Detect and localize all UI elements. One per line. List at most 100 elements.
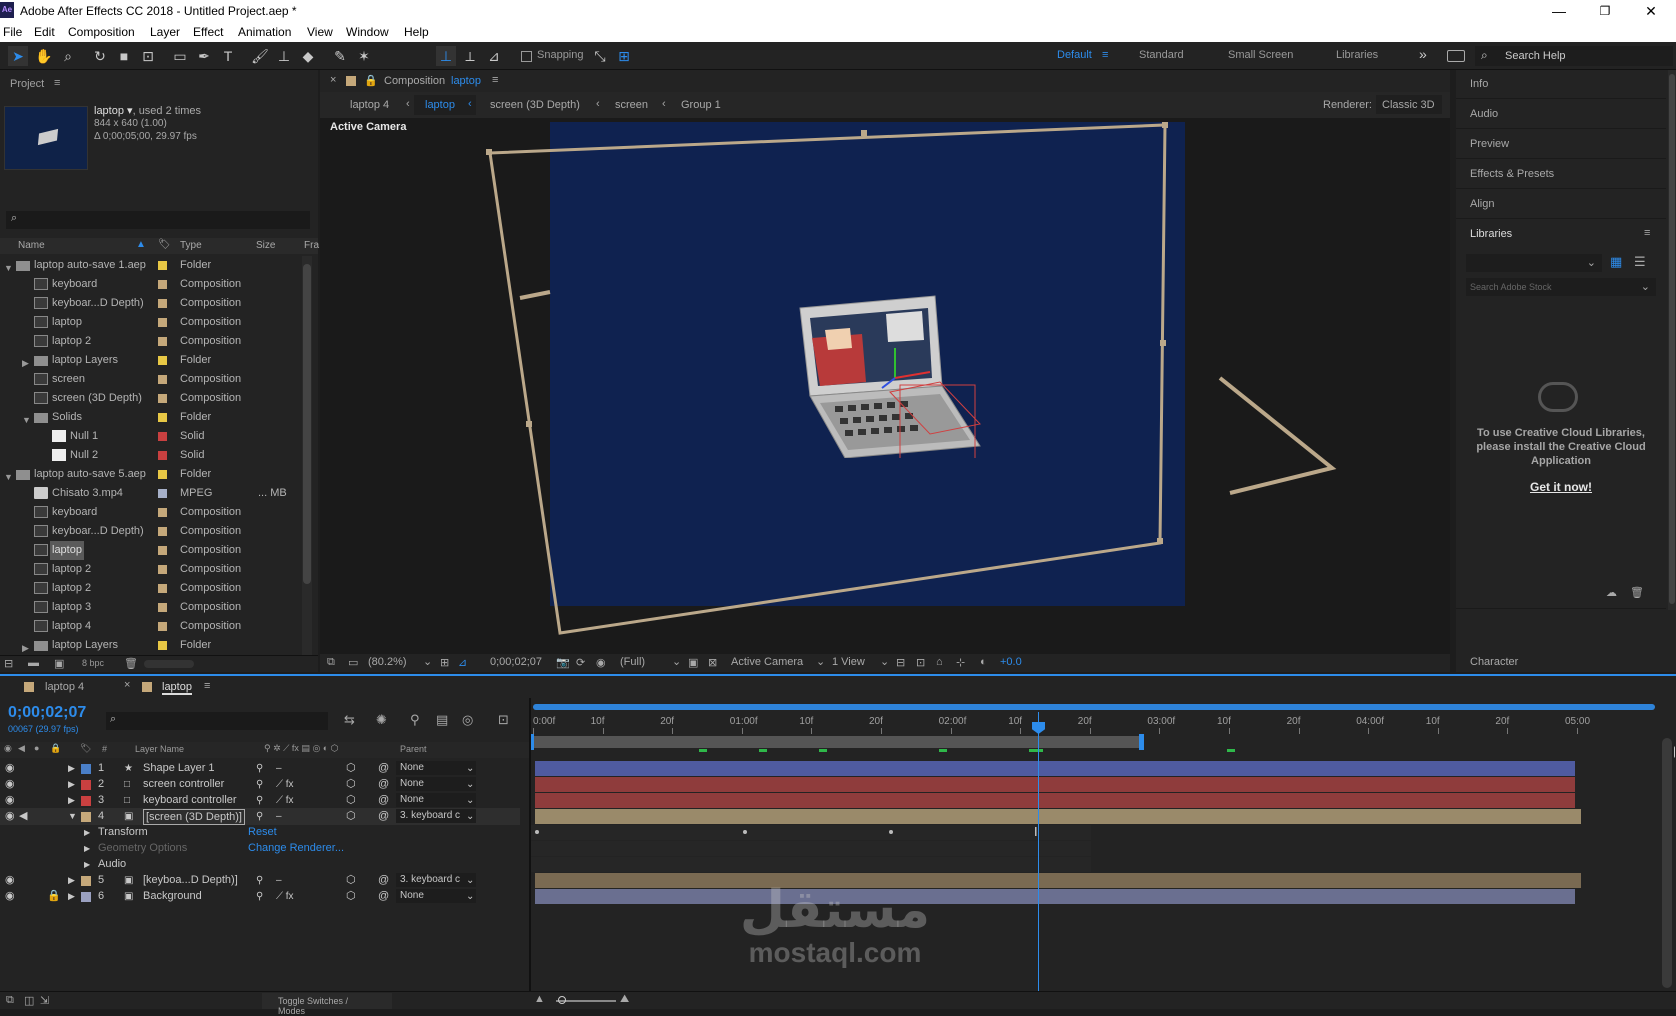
search-stock-input[interactable]: Search Adobe Stock ⌄ bbox=[1466, 278, 1656, 296]
work-area-start-handle[interactable] bbox=[531, 734, 534, 750]
menu-file[interactable]: File bbox=[3, 25, 22, 39]
more-workspaces-button[interactable]: » bbox=[1419, 46, 1427, 62]
panel-effects-presets[interactable]: Effects & Presets bbox=[1470, 168, 1554, 180]
column-layer-name[interactable]: Layer Name bbox=[135, 744, 184, 754]
toggle-pixel-aspect-icon[interactable]: ⊟ bbox=[896, 656, 905, 669]
navigator-range[interactable] bbox=[533, 704, 1655, 710]
layer-row[interactable]: ◉ ▶ 1 ★ Shape Layer 1 ⚲ – ⬡ @ None ⌄ bbox=[0, 760, 520, 777]
layer-row[interactable]: ◉ ◀ ▼ 4 ▣ [screen (3D Depth)] ⚲ – ⬡ @3. keyboard … bbox=[0, 808, 520, 825]
camera-tool-icon[interactable]: ■ bbox=[114, 46, 134, 66]
timeline-scrollbar[interactable] bbox=[1660, 738, 1674, 990]
project-item[interactable]: laptop 2 Composition bbox=[0, 560, 300, 579]
layer-row[interactable]: ◉ ▶ 2 □ screen controller ⚲ ⟋ fx ⬡ @ None ⌄ bbox=[0, 776, 520, 793]
layer-duration-bar[interactable] bbox=[535, 793, 1575, 808]
pickwhip-icon[interactable]: @ bbox=[378, 760, 389, 777]
label-swatch[interactable] bbox=[81, 764, 91, 774]
current-time-indicator[interactable] bbox=[1038, 712, 1039, 1007]
panel-libraries[interactable]: Libraries bbox=[1470, 228, 1512, 240]
panel-menu-icon[interactable]: ≡ bbox=[492, 74, 498, 86]
project-item[interactable]: Null 2 Solid bbox=[0, 446, 300, 465]
chevron-down-icon[interactable]: ⌄ bbox=[880, 655, 889, 668]
disclosure-closed-icon[interactable]: ▶ bbox=[84, 856, 90, 873]
monitor-icon[interactable]: ▭ bbox=[348, 656, 358, 669]
local-axis-icon[interactable]: ⊥ bbox=[436, 46, 456, 66]
eye-icon[interactable]: ◉ bbox=[5, 776, 15, 793]
quality-switch-icon[interactable]: – bbox=[276, 872, 282, 889]
mask-visibility-icon[interactable]: ⊿ bbox=[458, 656, 467, 669]
disclosure-closed-icon[interactable]: ▶ bbox=[68, 792, 75, 809]
get-it-now-link[interactable]: Get it now! bbox=[1472, 480, 1650, 494]
rectangle-tool-icon[interactable]: ▭ bbox=[170, 46, 190, 66]
layer-duration-bar[interactable] bbox=[535, 873, 1581, 888]
disclosure-closed-icon[interactable]: ▶ bbox=[84, 824, 90, 841]
breadcrumb-screen-3d-depth[interactable]: screen (3D Depth) bbox=[490, 99, 580, 111]
maximize-button[interactable]: ❐ bbox=[1582, 0, 1628, 22]
project-item[interactable]: laptop 2 Composition bbox=[0, 332, 300, 351]
menu-effect[interactable]: Effect bbox=[193, 25, 223, 39]
resolution-dropdown[interactable]: (Full) bbox=[620, 656, 645, 668]
label-swatch[interactable] bbox=[158, 584, 167, 593]
property-row[interactable]: ▶ Audio bbox=[0, 856, 520, 873]
disclosure-closed-icon[interactable]: ▶ bbox=[84, 840, 90, 857]
keyframe-icon[interactable] bbox=[889, 830, 893, 834]
menu-edit[interactable]: Edit bbox=[34, 25, 55, 39]
work-area-end-handle[interactable] bbox=[1139, 734, 1144, 750]
library-select[interactable]: ⌄ bbox=[1466, 254, 1602, 272]
speaker-icon[interactable]: ◀ bbox=[19, 808, 27, 825]
disclosure-closed-icon[interactable]: ▶ bbox=[68, 760, 75, 777]
layer-duration-bar[interactable] bbox=[535, 777, 1575, 792]
parent-dropdown[interactable]: 3. keyboard c bbox=[396, 809, 476, 823]
project-item[interactable]: laptop 4 Composition bbox=[0, 617, 300, 636]
snapping-checkbox[interactable] bbox=[521, 51, 532, 62]
current-time[interactable]: 0;00;02;07 bbox=[8, 704, 86, 722]
label-swatch[interactable] bbox=[81, 812, 91, 822]
property-row[interactable]: ▶ Transform Reset bbox=[0, 824, 520, 841]
parent-dropdown[interactable]: 3. keyboard c bbox=[396, 873, 476, 887]
menu-layer[interactable]: Layer bbox=[150, 25, 180, 39]
3d-layer-icon[interactable]: ⬡ bbox=[346, 776, 356, 793]
label-swatch[interactable] bbox=[158, 280, 167, 289]
property-action-link[interactable]: Change Renderer... bbox=[248, 840, 344, 857]
time-navigator[interactable] bbox=[533, 704, 1655, 710]
menu-animation[interactable]: Animation bbox=[238, 25, 291, 39]
workspace-small-screen[interactable]: Small Screen bbox=[1228, 49, 1293, 61]
selection-tool-icon[interactable]: ➤ bbox=[8, 46, 28, 66]
eye-icon[interactable]: ◉ bbox=[5, 888, 15, 905]
project-item[interactable]: keyboar...D Depth) Composition bbox=[0, 522, 300, 541]
eraser-tool-icon[interactable]: ◆ bbox=[298, 46, 318, 66]
disclosure-closed-icon[interactable]: ▶ bbox=[68, 872, 75, 889]
composition-tab-name[interactable]: laptop bbox=[451, 75, 481, 87]
brush-tool-icon[interactable]: 🖌 bbox=[250, 46, 270, 66]
region-of-interest-icon[interactable]: ▣ bbox=[688, 656, 698, 669]
column-frame-rate[interactable]: Fra bbox=[304, 240, 319, 251]
breadcrumb-screen[interactable]: screen bbox=[615, 99, 648, 111]
project-item[interactable]: keyboar...D Depth) Composition bbox=[0, 294, 300, 313]
parent-dropdown[interactable]: None bbox=[396, 761, 476, 775]
breadcrumb-laptop-4[interactable]: laptop 4 bbox=[350, 99, 389, 111]
snapshot-icon[interactable]: 📷 bbox=[556, 656, 570, 669]
chevron-down-icon[interactable]: ⌄ bbox=[466, 760, 474, 777]
transfer-controls-icon[interactable]: ◫ bbox=[24, 994, 34, 1007]
timeline-icon[interactable]: ⌂ bbox=[936, 656, 943, 668]
menu-composition[interactable]: Composition bbox=[68, 25, 135, 39]
project-search-input[interactable]: ⌕ bbox=[6, 211, 310, 229]
chevron-down-icon[interactable]: ⌄ bbox=[466, 888, 474, 905]
shy-switch-icon[interactable]: ⚲ bbox=[256, 888, 263, 905]
chevron-down-icon[interactable]: ⌄ bbox=[466, 872, 474, 889]
layer-duration-bar[interactable] bbox=[535, 889, 1575, 904]
label-swatch[interactable] bbox=[81, 892, 91, 902]
type-tool-icon[interactable]: T bbox=[218, 46, 238, 66]
shy-layers-icon[interactable]: ⚲ bbox=[410, 712, 420, 728]
eye-icon[interactable]: ◉ bbox=[5, 792, 15, 809]
color-channel-icon[interactable]: ◉ bbox=[596, 656, 606, 669]
new-folder-icon[interactable]: ▬ bbox=[28, 657, 39, 669]
disclosure-closed-icon[interactable]: ▶ bbox=[68, 888, 75, 905]
grid-guides-icon[interactable]: ⊞ bbox=[440, 656, 449, 669]
magnification-dropdown[interactable]: (80.2%) bbox=[368, 656, 407, 668]
graph-editor-icon[interactable]: ⊡ bbox=[498, 712, 509, 728]
column-type[interactable]: Type bbox=[180, 240, 202, 251]
zoom-tool-icon[interactable]: ⌕ bbox=[58, 46, 78, 66]
label-swatch[interactable] bbox=[158, 356, 167, 365]
shy-switch-icon[interactable]: ⚲ bbox=[256, 872, 263, 889]
shy-switch-icon[interactable]: ⚲ bbox=[256, 760, 263, 777]
